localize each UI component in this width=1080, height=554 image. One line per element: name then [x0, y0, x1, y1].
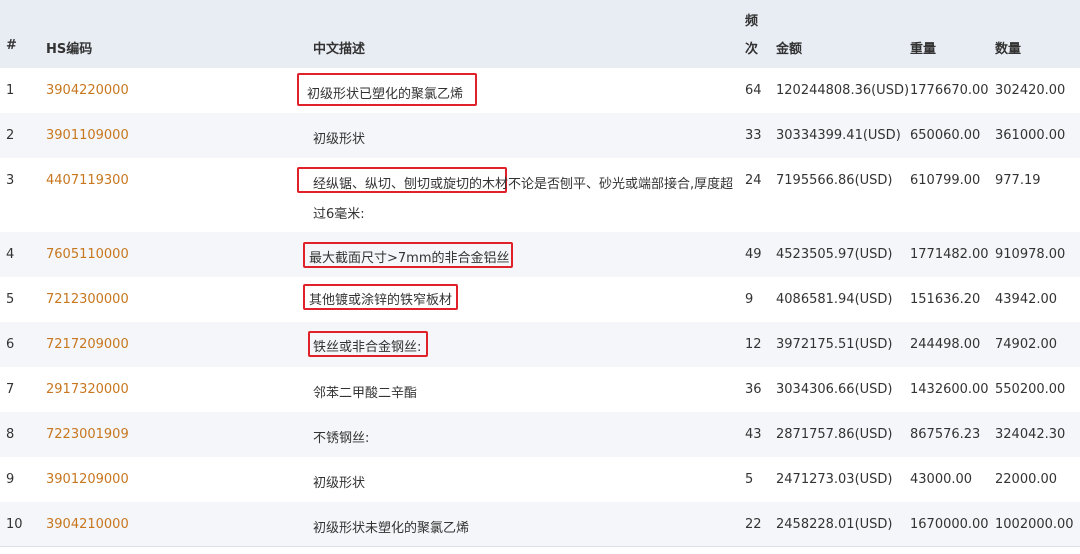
table-row: 1 3904220000 初级形状已塑化的聚氯乙烯 64 120244808.3… [0, 68, 1080, 113]
row-description-highlighted: 经纵锯、纵切、刨切或旋切的木材 [313, 177, 509, 192]
header-amount[interactable]: 金额 [776, 38, 802, 57]
header-weight[interactable]: 重量 [910, 38, 936, 57]
row-index: 1 [6, 83, 15, 98]
row-index: 2 [6, 128, 15, 143]
row-frequency: 36 [745, 382, 762, 397]
row-amount: 3972175.51(USD) [776, 337, 893, 352]
hs-code-link[interactable]: 3901109000 [46, 128, 129, 143]
row-quantity: 910978.00 [995, 247, 1066, 262]
table-row: 5 7212300000 其他镀或涂锌的铁窄板材 9 4086581.94(US… [0, 277, 1080, 322]
row-quantity: 361000.00 [995, 128, 1066, 143]
table-bottom-divider [0, 546, 1080, 547]
trade-data-table: # HS编码 中文描述 频 次 金额 重量 数量 1 3904220000 初级… [0, 0, 1080, 547]
row-quantity: 977.19 [995, 173, 1041, 188]
table-row: 6 7217209000 铁丝或非合金钢丝: 12 3972175.51(USD… [0, 322, 1080, 367]
table-header: # HS编码 中文描述 频 次 金额 重量 数量 [0, 0, 1080, 68]
header-index: # [6, 38, 17, 53]
row-index: 4 [6, 247, 15, 262]
header-quantity[interactable]: 数量 [995, 38, 1021, 57]
table-row: 10 3904210000 初级形状未塑化的聚氯乙烯 22 2458228.01… [0, 502, 1080, 547]
row-index: 6 [6, 337, 15, 352]
row-amount: 3034306.66(USD) [776, 382, 893, 397]
row-amount: 2458228.01(USD) [776, 517, 893, 532]
hs-code-link[interactable]: 7212300000 [46, 292, 129, 307]
row-index: 5 [6, 292, 15, 307]
row-weight: 1670000.00 [910, 517, 989, 532]
row-frequency: 33 [745, 128, 762, 143]
table-row: 4 7605110000 最大截面尺寸>7mm的非合金铝丝 49 4523505… [0, 232, 1080, 277]
row-amount: 7195566.86(USD) [776, 173, 893, 188]
row-quantity: 43942.00 [995, 292, 1058, 307]
row-quantity: 22000.00 [995, 472, 1058, 487]
row-index: 7 [6, 382, 15, 397]
row-amount: 4523505.97(USD) [776, 247, 893, 262]
row-weight: 151636.20 [910, 292, 981, 307]
row-description: 初级形状已塑化的聚氯乙烯 [307, 87, 464, 102]
row-weight: 610799.00 [910, 173, 981, 188]
table-row: 7 2917320000 邻苯二甲酸二辛酯 36 3034306.66(USD)… [0, 367, 1080, 412]
row-description: 铁丝或非合金钢丝: [313, 340, 422, 355]
row-description: 最大截面尺寸>7mm的非合金铝丝 [309, 251, 510, 266]
row-frequency: 9 [745, 292, 754, 307]
row-frequency: 12 [745, 337, 762, 352]
row-index: 8 [6, 427, 15, 442]
row-description: 不锈钢丝: [313, 431, 370, 446]
row-weight: 43000.00 [910, 472, 973, 487]
row-weight: 1776670.00 [910, 83, 989, 98]
hs-code-link[interactable]: 4407119300 [46, 173, 129, 188]
row-amount: 30334399.41(USD) [776, 128, 901, 143]
row-frequency: 43 [745, 427, 762, 442]
table-row: 8 7223001909 不锈钢丝: 43 2871757.86(USD) 86… [0, 412, 1080, 457]
table-row: 2 3901109000 初级形状 33 30334399.41(USD) 65… [0, 113, 1080, 158]
table-row: 9 3901209000 初级形状 5 2471273.03(USD) 4300… [0, 457, 1080, 502]
row-amount: 4086581.94(USD) [776, 292, 893, 307]
hs-code-link[interactable]: 7223001909 [46, 427, 129, 442]
row-description: 邻苯二甲酸二辛酯 [313, 386, 418, 401]
row-frequency: 5 [745, 472, 754, 487]
row-weight: 244498.00 [910, 337, 981, 352]
row-weight: 1771482.00 [910, 247, 989, 262]
hs-code-link[interactable]: 7217209000 [46, 337, 129, 352]
hs-code-link[interactable]: 3904220000 [46, 83, 129, 98]
row-quantity: 324042.30 [995, 427, 1066, 442]
row-description: 初级形状 [313, 476, 366, 491]
row-description: 初级形状 [313, 132, 366, 147]
header-frequency-bottom[interactable]: 次 [745, 38, 758, 57]
row-frequency: 64 [745, 83, 762, 98]
row-quantity: 550200.00 [995, 382, 1066, 397]
row-description-line2: 过6毫米: [313, 207, 365, 222]
row-quantity: 302420.00 [995, 83, 1066, 98]
row-weight: 1432600.00 [910, 382, 989, 397]
hs-code-link[interactable]: 7605110000 [46, 247, 129, 262]
hs-code-link[interactable]: 3904210000 [46, 517, 129, 532]
row-amount: 2471273.03(USD) [776, 472, 893, 487]
table-row: 3 4407119300 经纵锯、纵切、刨切或旋切的木材 不论是否刨平、砂光或端… [0, 158, 1080, 232]
row-amount: 120244808.36(USD) [776, 83, 910, 98]
hs-code-link[interactable]: 2917320000 [46, 382, 129, 397]
row-description: 其他镀或涂锌的铁窄板材 [309, 293, 453, 308]
row-description-rest: 不论是否刨平、砂光或端部接合,厚度超 [508, 177, 734, 192]
row-quantity: 74902.00 [995, 337, 1058, 352]
header-description[interactable]: 中文描述 [313, 38, 365, 57]
row-frequency: 22 [745, 517, 762, 532]
row-index: 10 [6, 517, 23, 532]
row-amount: 2871757.86(USD) [776, 427, 893, 442]
hs-code-link[interactable]: 3901209000 [46, 472, 129, 487]
row-frequency: 24 [745, 173, 762, 188]
row-index: 3 [6, 173, 15, 188]
row-weight: 867576.23 [910, 427, 981, 442]
header-hs-code[interactable]: HS编码 [46, 38, 92, 57]
row-frequency: 49 [745, 247, 762, 262]
row-quantity: 1002000.00 [995, 517, 1074, 532]
row-description: 初级形状未塑化的聚氯乙烯 [313, 521, 470, 536]
row-index: 9 [6, 472, 15, 487]
header-frequency-top[interactable]: 频 [745, 10, 758, 29]
row-weight: 650060.00 [910, 128, 981, 143]
